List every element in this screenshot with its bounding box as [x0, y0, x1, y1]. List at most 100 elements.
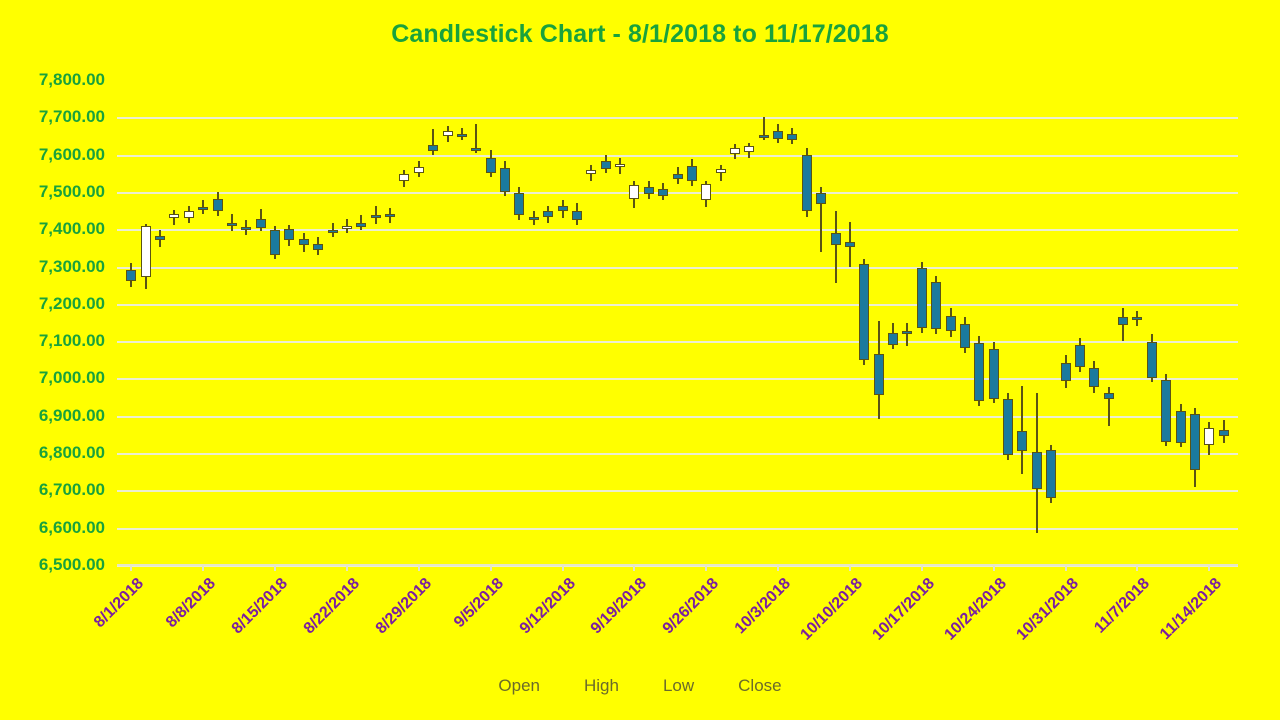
candle-body-down	[1218, 429, 1229, 437]
gridline	[117, 117, 1238, 120]
gridline	[117, 266, 1238, 269]
candle-body-down	[830, 232, 841, 245]
y-axis-tick-label: 6,500.00	[38, 555, 105, 574]
candle-body-up	[586, 169, 597, 174]
x-axis-tick-label: 10/17/2018	[869, 575, 938, 644]
x-axis-tick-mark	[705, 564, 708, 571]
candle-body-down	[226, 222, 237, 226]
x-axis-tick-mark	[1136, 564, 1139, 571]
legend-item: Close	[738, 676, 782, 695]
x-axis-tick-label: 10/10/2018	[797, 575, 866, 644]
candle-body-down	[514, 192, 525, 216]
candle-body-down	[801, 154, 812, 212]
candle-body-down	[1003, 398, 1014, 455]
candle-body-up	[729, 147, 740, 154]
candle-body-up	[1204, 427, 1215, 445]
x-axis-tick-label: 9/19/2018	[588, 575, 651, 638]
candle-body-down	[945, 315, 956, 331]
x-axis-tick-label: 8/22/2018	[300, 575, 363, 638]
gridline	[117, 154, 1238, 157]
y-axis-tick-label: 6,900.00	[38, 405, 105, 425]
candle-body-down	[370, 215, 381, 219]
legend-item: Low	[662, 676, 695, 695]
x-axis-tick-mark	[561, 564, 564, 571]
candle-body-down	[528, 217, 539, 221]
candle-body-down	[686, 165, 697, 182]
x-axis-tick-mark	[992, 564, 995, 571]
candle-body-up	[341, 226, 352, 230]
candle-body-down	[212, 198, 223, 212]
candle-body-down	[155, 235, 166, 241]
x-axis-tick-mark	[633, 564, 636, 571]
candle-body-down	[1031, 452, 1042, 489]
candle-body-down	[298, 238, 309, 245]
x-axis-tick-label: 10/24/2018	[941, 575, 1010, 644]
candle-body-down	[1146, 341, 1157, 378]
x-axis-line	[117, 564, 1238, 566]
candle-body-down	[241, 227, 252, 231]
candle-body-down	[600, 161, 611, 169]
candle-body-down	[873, 354, 884, 396]
candle-body-up	[169, 214, 180, 219]
x-axis-tick-label: 9/5/2018	[450, 575, 507, 632]
candle-body-up	[629, 185, 640, 199]
candle-body-down	[859, 263, 870, 360]
candle-body-up	[442, 131, 453, 136]
candle-body-down	[902, 330, 913, 335]
x-axis-tick-mark	[848, 564, 851, 571]
candle-body-up	[715, 168, 726, 173]
y-axis-tick-label: 7,400.00	[38, 219, 105, 239]
x-axis-tick-mark	[417, 564, 420, 571]
candle-body-down	[787, 134, 798, 141]
gridline	[117, 490, 1238, 493]
candle-body-down	[571, 210, 582, 220]
candle-wick	[719, 165, 722, 182]
x-axis-tick-label: 8/8/2018	[163, 575, 220, 632]
chart-legend: Open High Low Close	[0, 676, 1280, 696]
y-axis-tick-label: 7,700.00	[38, 107, 105, 127]
candle-body-down	[356, 222, 367, 228]
candlestick-chart-page: Candlestick Chart - 8/1/2018 to 11/17/20…	[0, 0, 1280, 720]
x-axis-tick-mark	[274, 564, 277, 571]
x-axis-tick-label: 10/31/2018	[1012, 575, 1082, 644]
x-axis-tick-label: 10/3/2018	[731, 575, 795, 638]
x-axis-tick-mark	[1208, 564, 1211, 571]
x-axis-tick-label: 8/29/2018	[372, 575, 435, 638]
candle-body-down	[255, 218, 266, 229]
candle-body-up	[399, 174, 410, 182]
candle-body-down	[888, 332, 899, 345]
candle-body-down	[916, 268, 927, 329]
candle-body-down	[1046, 450, 1057, 498]
candle-body-down	[1103, 392, 1114, 399]
candle-body-down	[543, 211, 554, 218]
candle-body-down	[1175, 411, 1186, 443]
x-axis-tick-mark	[202, 564, 205, 571]
candle-body-down	[816, 192, 827, 204]
x-axis-tick-label: 9/26/2018	[659, 575, 723, 638]
candle-body-down	[1017, 431, 1028, 452]
candle-body-down	[1189, 413, 1200, 470]
candle-body-up	[615, 163, 625, 167]
x-axis-tick-mark	[920, 564, 923, 571]
candle-body-up	[413, 167, 424, 173]
candle-body-down	[327, 229, 338, 233]
y-axis-tick-label: 7,200.00	[38, 293, 105, 313]
legend-item: Open	[498, 676, 540, 695]
gridline	[117, 191, 1238, 194]
candle-body-down	[126, 270, 137, 281]
candle-body-down	[758, 135, 769, 139]
candle-body-down	[313, 244, 324, 250]
candle-body-down	[471, 147, 482, 151]
y-axis-tick-label: 6,600.00	[38, 517, 105, 537]
x-axis-tick-mark	[489, 564, 492, 571]
candle-body-down	[1161, 380, 1172, 442]
candle-body-down	[959, 324, 970, 348]
gridline	[117, 303, 1238, 306]
x-axis-tick-mark	[777, 564, 780, 571]
x-axis-tick-label: 11/7/2018	[1091, 575, 1154, 637]
legend-item: High	[583, 676, 619, 695]
x-axis-tick-mark	[345, 564, 348, 571]
candle-body-down	[428, 145, 439, 151]
candle-body-down	[1060, 362, 1071, 382]
page-title: Candlestick Chart - 8/1/2018 to 11/17/20…	[391, 20, 889, 48]
